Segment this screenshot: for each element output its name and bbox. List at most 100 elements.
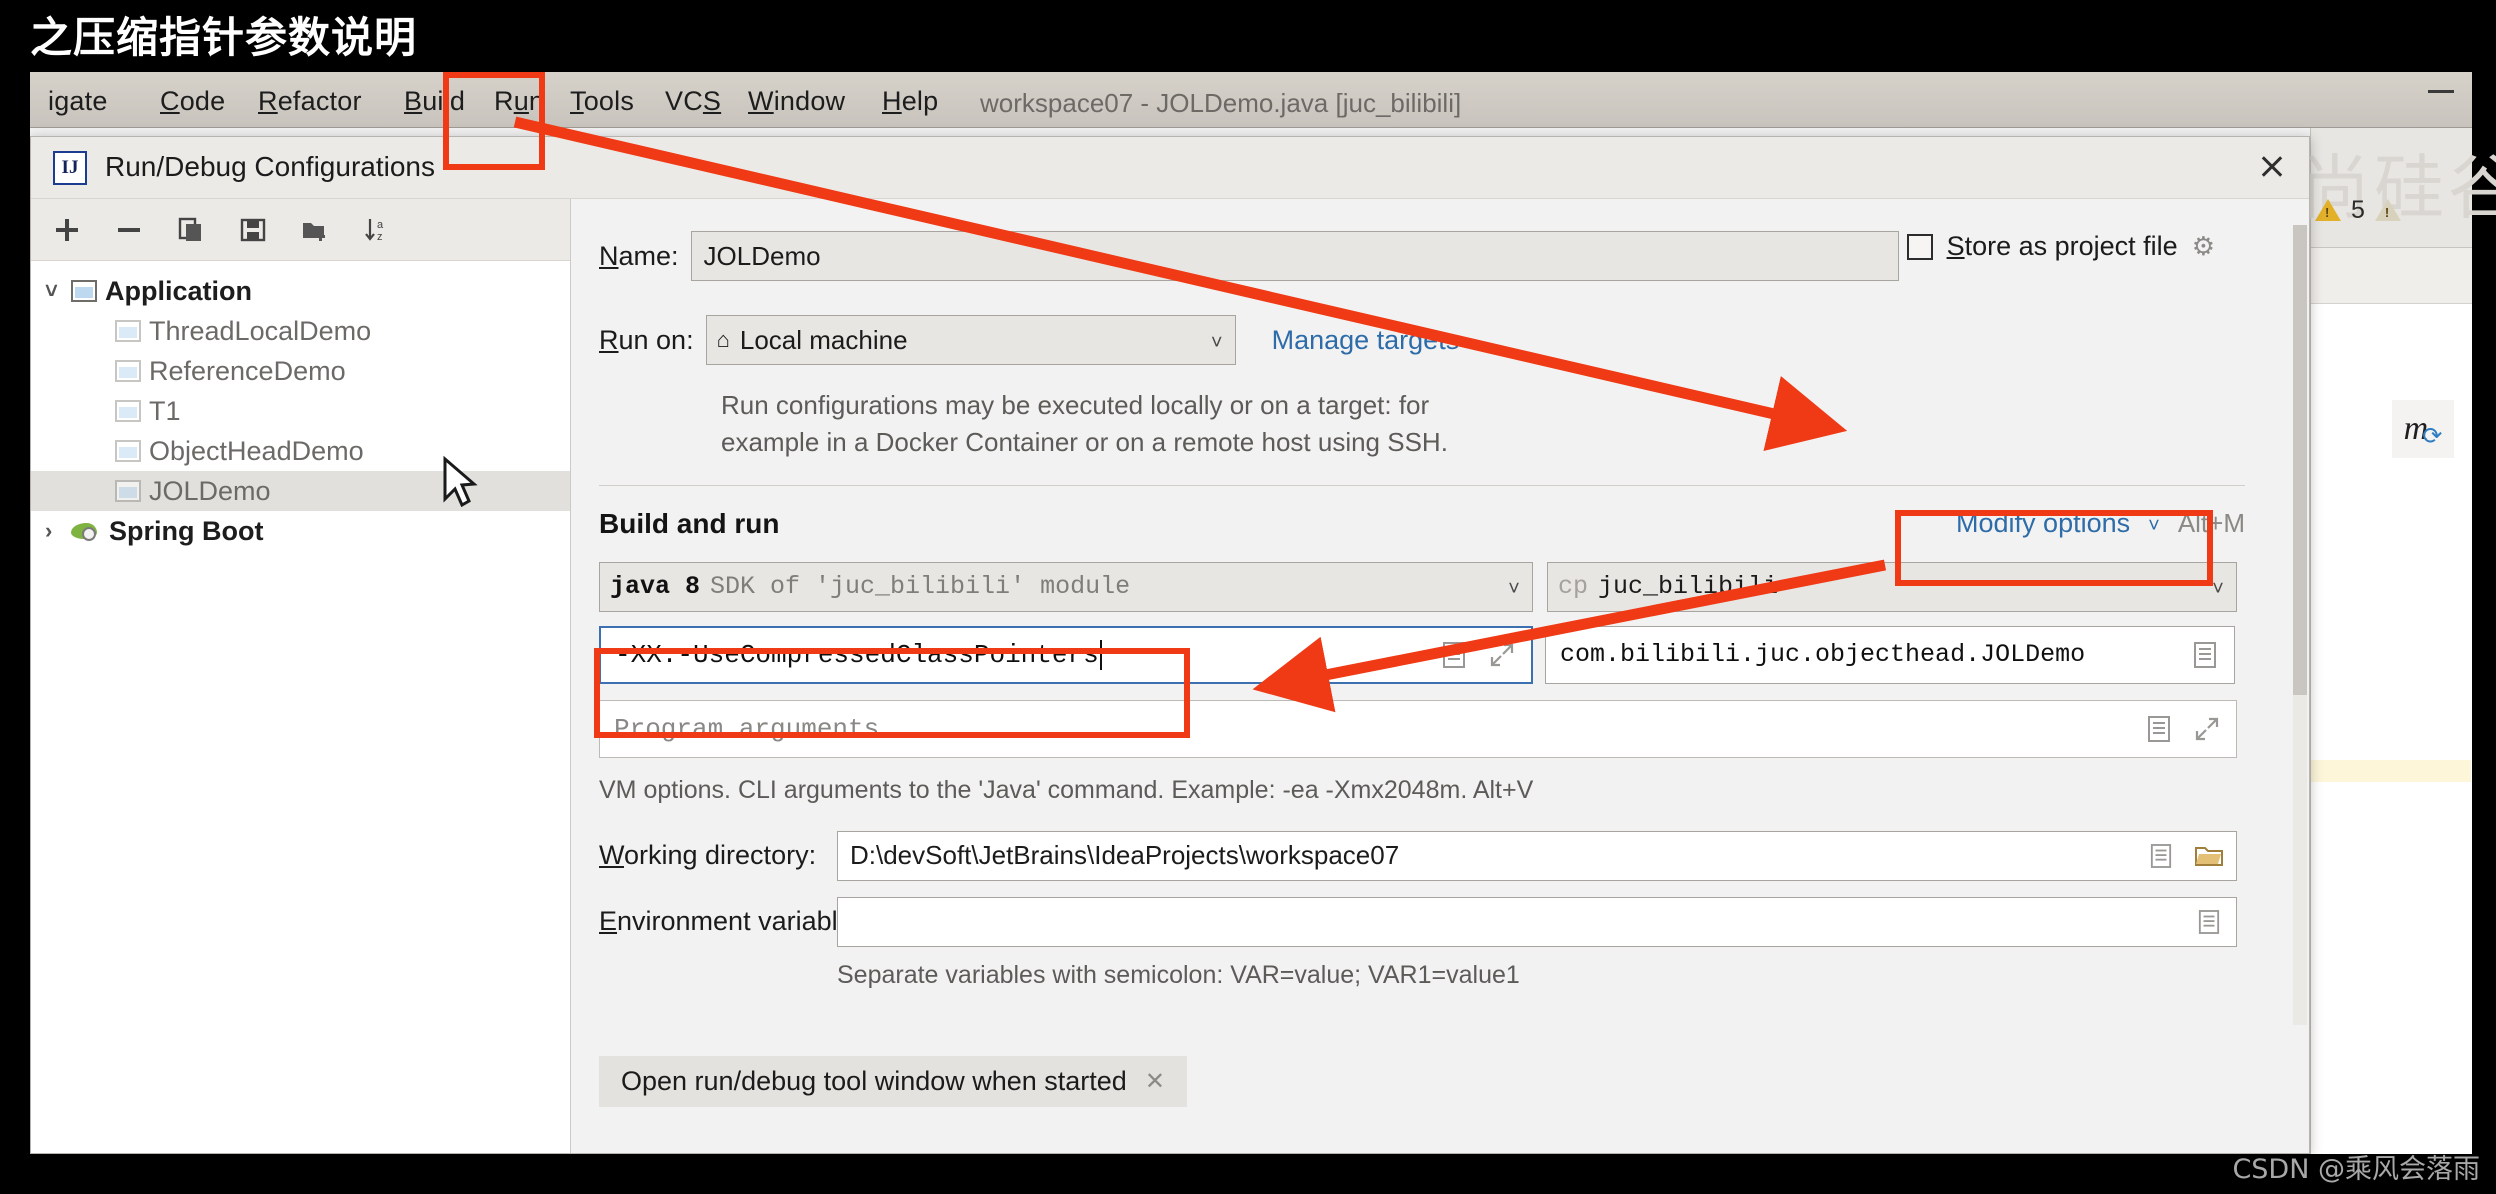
build-and-run-title: Build and run	[599, 507, 780, 539]
run-on-label: Run on:	[599, 324, 694, 355]
environment-variables-label: Environment variables:	[599, 906, 874, 937]
modify-options-shortcut: Alt+M	[2177, 508, 2245, 539]
macros-icon[interactable]	[2146, 839, 2176, 873]
store-as-project-file-checkbox[interactable]	[1906, 233, 1933, 260]
chevron-down-icon: ˅	[1210, 332, 1223, 354]
menu-help[interactable]: Help	[882, 86, 938, 117]
save-button[interactable]	[233, 210, 273, 250]
run-on-value: Local machine	[739, 324, 908, 355]
menu-window[interactable]: Window	[748, 86, 845, 117]
store-as-project-file-row[interactable]: Store as project file ⚙	[1906, 231, 2215, 262]
configurations-tree: ˅ Application ThreadLocalDemo ReferenceD…	[31, 261, 570, 551]
manage-targets-link[interactable]: Manage targets	[1272, 325, 1460, 356]
inspection-warnings-strip[interactable]: 5	[2315, 188, 2465, 232]
tree-item-t1[interactable]: T1	[31, 391, 570, 431]
menu-tools[interactable]: Tools	[570, 86, 634, 117]
close-icon[interactable]: ✕	[1145, 1067, 1165, 1096]
minimize-icon[interactable]	[2428, 90, 2454, 93]
intellij-idea-icon: IJ	[53, 151, 87, 185]
description-line-2: example in a Docker Container or on a re…	[721, 426, 1448, 457]
run-debug-configurations-dialog: IJ Run/Debug Configurations a z ˅ Applic…	[30, 136, 2310, 1154]
tree-item-referencedemo[interactable]: ReferenceDemo	[31, 351, 570, 391]
run-on-select[interactable]: ⌂ Local machine ˅	[705, 315, 1236, 365]
tree-item-label: T1	[149, 395, 181, 426]
open-tool-window-chip[interactable]: Open run/debug tool window when started …	[599, 1055, 1187, 1107]
vm-options-input[interactable]: -XX:-UseCompressedClassPointers	[599, 625, 1533, 684]
name-label: Name:	[599, 240, 679, 271]
modify-options-link[interactable]: Modify options	[1956, 508, 2130, 539]
menu-refactor[interactable]: Refactor	[258, 86, 362, 117]
tree-group-application[interactable]: ˅ Application	[31, 271, 570, 311]
dialog-title-bar: IJ Run/Debug Configurations	[31, 137, 2309, 199]
vm-options-hint: VM options. CLI arguments to the 'Java' …	[599, 775, 1534, 804]
ide-editor-highlight-line	[2311, 760, 2471, 782]
menu-run[interactable]: Run	[494, 86, 544, 117]
open-tool-window-chip-row: Open run/debug tool window when started …	[599, 1055, 2245, 1107]
menu-navigate[interactable]: igate	[48, 86, 108, 117]
add-button[interactable]	[47, 210, 87, 250]
chevron-down-icon[interactable]: ˅	[2148, 515, 2160, 538]
banner-title: 之压缩指针参数说明	[30, 13, 418, 62]
menu-vcs[interactable]: VCS	[665, 86, 721, 117]
vm-options-value: -XX:-UseCompressedClassPointers	[615, 639, 1099, 670]
close-icon[interactable]	[2255, 149, 2289, 183]
dialog-title: Run/Debug Configurations	[105, 151, 435, 182]
browse-class-icon[interactable]	[2190, 638, 2220, 672]
editor-scrollbar[interactable]	[2293, 225, 2307, 1025]
program-arguments-placeholder: Program arguments	[614, 713, 880, 744]
maven-reload-badge[interactable]: m ⟳	[2392, 400, 2454, 458]
config-icon	[115, 320, 141, 342]
expand-icon[interactable]	[2192, 712, 2222, 746]
environment-variables-input[interactable]	[837, 896, 2237, 947]
macros-icon[interactable]	[1439, 638, 1469, 672]
config-icon	[115, 360, 141, 382]
tree-item-label: ThreadLocalDemo	[149, 315, 372, 346]
tree-item-joldemo[interactable]: JOLDemo	[31, 471, 570, 511]
ide-menu-bar: igate Code Refactor Build Run Tools VCS …	[30, 72, 2472, 128]
gear-icon[interactable]: ⚙	[2192, 231, 2215, 262]
macros-icon[interactable]	[2144, 712, 2174, 746]
tree-item-label: JOLDemo	[149, 475, 271, 506]
csdn-watermark: CSDN @乘风会落雨	[2232, 1154, 2480, 1185]
new-folder-button[interactable]	[295, 210, 335, 250]
remove-button[interactable]	[109, 210, 149, 250]
edit-environment-variables-icon[interactable]	[2194, 905, 2224, 939]
environment-variables-hint: Separate variables with semicolon: VAR=v…	[837, 960, 1520, 989]
chevron-down-icon[interactable]: ˅	[45, 278, 71, 304]
chevron-down-icon: ˅	[1507, 578, 1520, 602]
menu-code[interactable]: Code	[160, 86, 225, 117]
menu-build[interactable]: Build	[404, 86, 465, 117]
sdk-description: SDK of 'juc_bilibili' module	[710, 572, 1131, 602]
tree-item-objectheaddemo[interactable]: ObjectHeadDemo	[31, 431, 570, 471]
svg-text:a: a	[377, 219, 384, 231]
browse-folder-icon[interactable]	[2194, 839, 2224, 873]
config-icon	[115, 480, 141, 502]
editor-scrollbar-thumb[interactable]	[2293, 225, 2307, 695]
ide-window-title: workspace07 - JOLDemo.java [juc_bilibili…	[980, 88, 1462, 118]
run-on-description: Run configurations may be executed local…	[721, 387, 2245, 461]
main-class-input[interactable]: com.bilibili.juc.objecthead.JOLDemo	[1545, 625, 2235, 684]
configuration-editor-panel: Name: JOLDemo Store as project file ⚙ Ru…	[571, 199, 2309, 1153]
modify-options-group: Modify options ˅ Alt+M	[1956, 508, 2245, 539]
tree-item-threadlocaldemo[interactable]: ThreadLocalDemo	[31, 311, 570, 351]
tree-toolbar: az	[31, 199, 570, 261]
jre-select[interactable]: java 8 SDK of 'juc_bilibili' module ˅	[599, 561, 1533, 612]
name-input[interactable]: JOLDemo	[690, 231, 1899, 281]
chevron-right-icon[interactable]: ›	[45, 518, 71, 544]
config-icon	[115, 440, 141, 462]
run-on-row: Run on: ⌂ Local machine ˅ Manage targets	[599, 315, 2245, 365]
classpath-module-select[interactable]: cp juc_bilibili ˅	[1547, 561, 2237, 612]
program-arguments-input[interactable]: Program arguments	[599, 699, 2237, 758]
config-icon	[115, 400, 141, 422]
expand-icon[interactable]	[1487, 638, 1517, 672]
tree-item-label: Application	[105, 275, 252, 306]
working-directory-input[interactable]: D:\devSoft\JetBrains\IdeaProjects\worksp…	[837, 830, 2237, 881]
copy-button[interactable]	[171, 210, 211, 250]
working-directory-field-actions	[2146, 839, 2224, 873]
sort-button[interactable]: az	[357, 210, 397, 250]
name-value: JOLDemo	[703, 240, 821, 271]
vm-options-field-actions	[1439, 638, 1517, 672]
sdk-and-classpath-row: java 8 SDK of 'juc_bilibili' module ˅ cp…	[599, 561, 2245, 612]
tree-group-spring-boot[interactable]: › Spring Boot	[31, 511, 570, 551]
configurations-tree-panel: az ˅ Application ThreadLocalDemo Referen…	[31, 199, 571, 1153]
